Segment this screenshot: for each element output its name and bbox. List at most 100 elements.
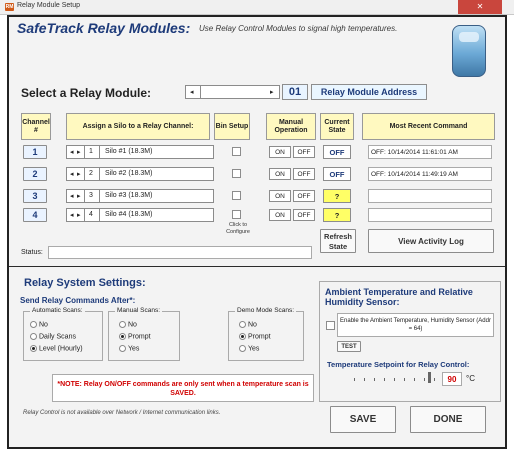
select-module-label: Select a Relay Module: <box>21 86 152 100</box>
setpoint-label: Temperature Setpoint for Relay Control: <box>327 360 470 369</box>
scroll-right-icon[interactable]: ▸ <box>270 88 274 96</box>
radio-option[interactable]: Level (Hourly) <box>30 345 83 352</box>
brand-title: SafeTrack Relay Modules: <box>17 20 191 36</box>
current-state: ? <box>323 208 351 222</box>
enable-sensor-label: Enable the Ambient Temperature, Humidity… <box>337 313 494 337</box>
off-button[interactable]: OFF <box>293 209 315 221</box>
radio-icon[interactable] <box>119 345 126 352</box>
channel-button[interactable]: 1 <box>23 145 47 159</box>
module-scroller[interactable]: ◂ ▸ <box>185 85 280 99</box>
col-current-state: Current State <box>320 113 354 140</box>
silo-number: 4 <box>89 211 93 218</box>
silo-name: Silo #1 (18.3M) <box>105 148 153 155</box>
current-state: OFF <box>323 145 351 159</box>
radio-option[interactable]: Yes <box>239 345 259 352</box>
save-button[interactable]: SAVE <box>330 406 396 433</box>
off-button[interactable]: OFF <box>293 146 315 158</box>
scroll-divider <box>99 209 100 221</box>
radio-icon[interactable] <box>239 321 246 328</box>
brand-subtitle: Use Relay Control Modules to signal high… <box>199 24 398 33</box>
send-after-label: Send Relay Commands After*: <box>20 296 136 305</box>
bin-setup-checkbox[interactable] <box>232 147 241 156</box>
scroll-left-icon[interactable]: ◂ <box>70 148 74 156</box>
slider-thumb[interactable] <box>428 372 431 383</box>
radio-option[interactable]: Daily Scans <box>30 333 76 340</box>
off-button[interactable]: OFF <box>293 168 315 180</box>
silo-number: 3 <box>89 192 93 199</box>
setpoint-slider[interactable] <box>352 372 436 386</box>
scroll-divider <box>84 146 85 158</box>
scroll-divider <box>84 190 85 202</box>
channel-button[interactable]: 4 <box>23 208 47 222</box>
demo-mode-scans-group: Demo Mode Scans: No Prompt Yes <box>228 307 304 361</box>
app-icon: RM <box>5 3 14 11</box>
group-title: Automatic Scans: <box>30 307 85 314</box>
silo-selector[interactable]: ◂ ▸ 4 Silo #4 (18.3M) <box>66 208 214 222</box>
enable-sensor-checkbox[interactable] <box>326 321 335 330</box>
radio-selected-icon[interactable] <box>239 333 246 340</box>
radio-icon[interactable] <box>30 333 37 340</box>
col-manual-operation: Manual Operation <box>266 113 316 140</box>
most-recent-command: OFF: 10/14/2014 11:49:19 AM <box>368 167 492 181</box>
scroll-divider <box>99 168 100 180</box>
scroll-right-icon[interactable]: ▸ <box>77 148 81 156</box>
radio-selected-icon[interactable] <box>30 345 37 352</box>
on-button[interactable]: ON <box>269 146 291 158</box>
status-label: Status: <box>21 249 43 256</box>
refresh-state-button[interactable]: Refresh State <box>320 229 356 253</box>
click-to-configure-hint: Click to Configure <box>226 222 250 235</box>
current-state: OFF <box>323 167 351 181</box>
channel-button[interactable]: 3 <box>23 189 47 203</box>
silo-selector[interactable]: ◂ ▸ 2 Silo #2 (18.3M) <box>66 167 214 181</box>
radio-option[interactable]: No <box>119 321 137 328</box>
bin-setup-checkbox[interactable] <box>232 210 241 219</box>
radio-option[interactable]: No <box>239 321 257 328</box>
col-assign: Assign a Silo to a Relay Channel: <box>66 113 210 140</box>
silo-selector[interactable]: ◂ ▸ 3 Silo #3 (18.3M) <box>66 189 214 203</box>
scroll-divider <box>84 168 85 180</box>
radio-option[interactable]: Yes <box>119 345 139 352</box>
radio-icon[interactable] <box>239 345 246 352</box>
scroll-left-icon[interactable]: ◂ <box>190 88 194 96</box>
radio-option[interactable]: Prompt <box>239 333 271 340</box>
scroll-left-icon[interactable]: ◂ <box>70 192 74 200</box>
scroll-divider <box>200 86 201 98</box>
on-button[interactable]: ON <box>269 209 291 221</box>
bin-setup-checkbox[interactable] <box>232 169 241 178</box>
module-address-value: 01 <box>282 84 308 100</box>
ambient-sensor-title: Ambient Temperature and Relative Humidit… <box>325 287 473 307</box>
view-activity-log-button[interactable]: View Activity Log <box>368 229 494 253</box>
silo-number: 1 <box>89 148 93 155</box>
scroll-left-icon[interactable]: ◂ <box>70 170 74 178</box>
off-button[interactable]: OFF <box>293 190 315 202</box>
silo-selector[interactable]: ◂ ▸ 1 Silo #1 (18.3M) <box>66 145 214 159</box>
radio-icon[interactable] <box>30 321 37 328</box>
scroll-right-icon[interactable]: ▸ <box>77 170 81 178</box>
scroll-divider <box>84 209 85 221</box>
scroll-left-icon[interactable]: ◂ <box>70 211 74 219</box>
scroll-divider <box>99 190 100 202</box>
channel-button[interactable]: 2 <box>23 167 47 181</box>
col-channel: Channel # <box>21 113 51 140</box>
save-note: *NOTE: Relay ON/OFF commands are only se… <box>52 374 314 402</box>
scroll-right-icon[interactable]: ▸ <box>77 211 81 219</box>
test-button[interactable]: TEST <box>337 341 361 352</box>
relay-device-icon <box>452 25 486 77</box>
bin-setup-checkbox[interactable] <box>232 191 241 200</box>
on-button[interactable]: ON <box>269 190 291 202</box>
close-button[interactable]: ✕ <box>458 0 502 14</box>
radio-option[interactable]: Prompt <box>119 333 151 340</box>
most-recent-command <box>368 208 492 222</box>
group-title: Demo Mode Scans: <box>235 307 297 314</box>
radio-selected-icon[interactable] <box>119 333 126 340</box>
silo-name: Silo #3 (18.3M) <box>105 192 153 199</box>
network-footnote: Relay Control is not available over Netw… <box>23 410 221 416</box>
scroll-right-icon[interactable]: ▸ <box>77 192 81 200</box>
radio-option[interactable]: No <box>30 321 48 328</box>
radio-icon[interactable] <box>119 321 126 328</box>
module-address-label: Relay Module Address <box>311 84 427 100</box>
group-title: Manual Scans: <box>115 307 162 314</box>
on-button[interactable]: ON <box>269 168 291 180</box>
setpoint-value[interactable]: 90 <box>442 372 462 386</box>
done-button[interactable]: DONE <box>410 406 486 433</box>
